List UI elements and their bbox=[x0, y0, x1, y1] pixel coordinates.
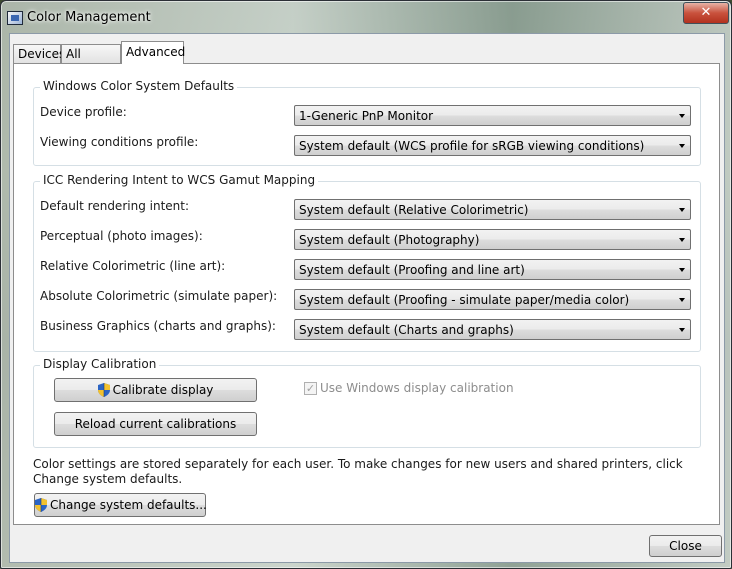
default-rendering-intent-label: Default rendering intent: bbox=[40, 199, 190, 213]
change-system-defaults-label: Change system defaults... bbox=[50, 498, 207, 512]
tab-all-profiles[interactable]: All Profiles bbox=[61, 44, 121, 79]
device-profile-value: 1-Generic PnP Monitor bbox=[299, 109, 434, 123]
tab-advanced[interactable]: Advanced bbox=[121, 41, 185, 64]
relative-colorimetric-value: System default (Proofing and line art) bbox=[299, 263, 525, 277]
business-graphics-select[interactable]: System default (Charts and graphs) bbox=[294, 319, 691, 340]
tab-devices[interactable]: Devices bbox=[13, 44, 65, 63]
close-button[interactable]: Close bbox=[649, 535, 722, 557]
absolute-colorimetric-select[interactable]: System default (Proofing - simulate pape… bbox=[294, 289, 691, 310]
perceptual-select[interactable]: System default (Photography) bbox=[294, 229, 691, 250]
wcs-defaults-legend: Windows Color System Defaults bbox=[40, 79, 238, 93]
viewing-conditions-select[interactable]: System default (WCS profile for sRGB vie… bbox=[294, 135, 691, 156]
default-rendering-intent-select[interactable]: System default (Relative Colorimetric) bbox=[294, 199, 691, 220]
relative-colorimetric-label: Relative Colorimetric (line art): bbox=[40, 259, 226, 273]
device-profile-select[interactable]: 1-Generic PnP Monitor bbox=[294, 105, 691, 126]
chevron-down-icon bbox=[679, 208, 685, 212]
reload-calibrations-button[interactable]: Reload current calibrations bbox=[54, 412, 257, 436]
absolute-colorimetric-label: Absolute Colorimetric (simulate paper): bbox=[40, 289, 278, 303]
chevron-down-icon bbox=[679, 144, 685, 148]
calibrate-display-label: Calibrate display bbox=[112, 383, 214, 397]
use-windows-calibration-checkbox[interactable]: ✓ bbox=[304, 382, 317, 395]
absolute-colorimetric-value: System default (Proofing - simulate pape… bbox=[299, 293, 630, 307]
calibrate-display-button[interactable]: Calibrate display bbox=[54, 378, 257, 402]
display-calibration-legend: Display Calibration bbox=[40, 357, 160, 371]
chevron-down-icon bbox=[679, 268, 685, 272]
chevron-down-icon bbox=[679, 114, 685, 118]
color-management-window: Color Management ✕ Devices All Profiles … bbox=[0, 0, 732, 569]
icc-mapping-legend: ICC Rendering Intent to WCS Gamut Mappin… bbox=[40, 173, 319, 187]
business-graphics-label: Business Graphics (charts and graphs): bbox=[40, 319, 276, 333]
default-rendering-intent-value: System default (Relative Colorimetric) bbox=[299, 203, 529, 217]
uac-shield-icon bbox=[35, 497, 47, 512]
change-system-defaults-button[interactable]: Change system defaults... bbox=[34, 493, 207, 517]
color-settings-note: Color settings are stored separately for… bbox=[33, 457, 683, 486]
perceptual-value: System default (Photography) bbox=[299, 233, 480, 247]
device-profile-label: Device profile: bbox=[40, 105, 127, 119]
color-management-icon bbox=[7, 11, 23, 25]
viewing-conditions-value: System default (WCS profile for sRGB vie… bbox=[299, 139, 645, 153]
perceptual-label: Perceptual (photo images): bbox=[40, 229, 203, 243]
use-windows-calibration-label: Use Windows display calibration bbox=[320, 381, 514, 395]
advanced-tab-page: Windows Color System Defaults Device pro… bbox=[13, 63, 720, 525]
chevron-down-icon bbox=[679, 298, 685, 302]
window-title: Color Management bbox=[27, 10, 151, 25]
business-graphics-value: System default (Charts and graphs) bbox=[299, 323, 514, 337]
window-close-button[interactable]: ✕ bbox=[683, 2, 729, 24]
viewing-conditions-label: Viewing conditions profile: bbox=[40, 135, 199, 149]
chevron-down-icon bbox=[679, 238, 685, 242]
title-bar: Color Management ✕ bbox=[1, 1, 731, 33]
dialog-client-area: Devices All Profiles Advanced Windows Co… bbox=[9, 33, 725, 563]
relative-colorimetric-select[interactable]: System default (Proofing and line art) bbox=[294, 259, 691, 280]
uac-shield-icon bbox=[97, 382, 110, 397]
chevron-down-icon bbox=[679, 328, 685, 332]
